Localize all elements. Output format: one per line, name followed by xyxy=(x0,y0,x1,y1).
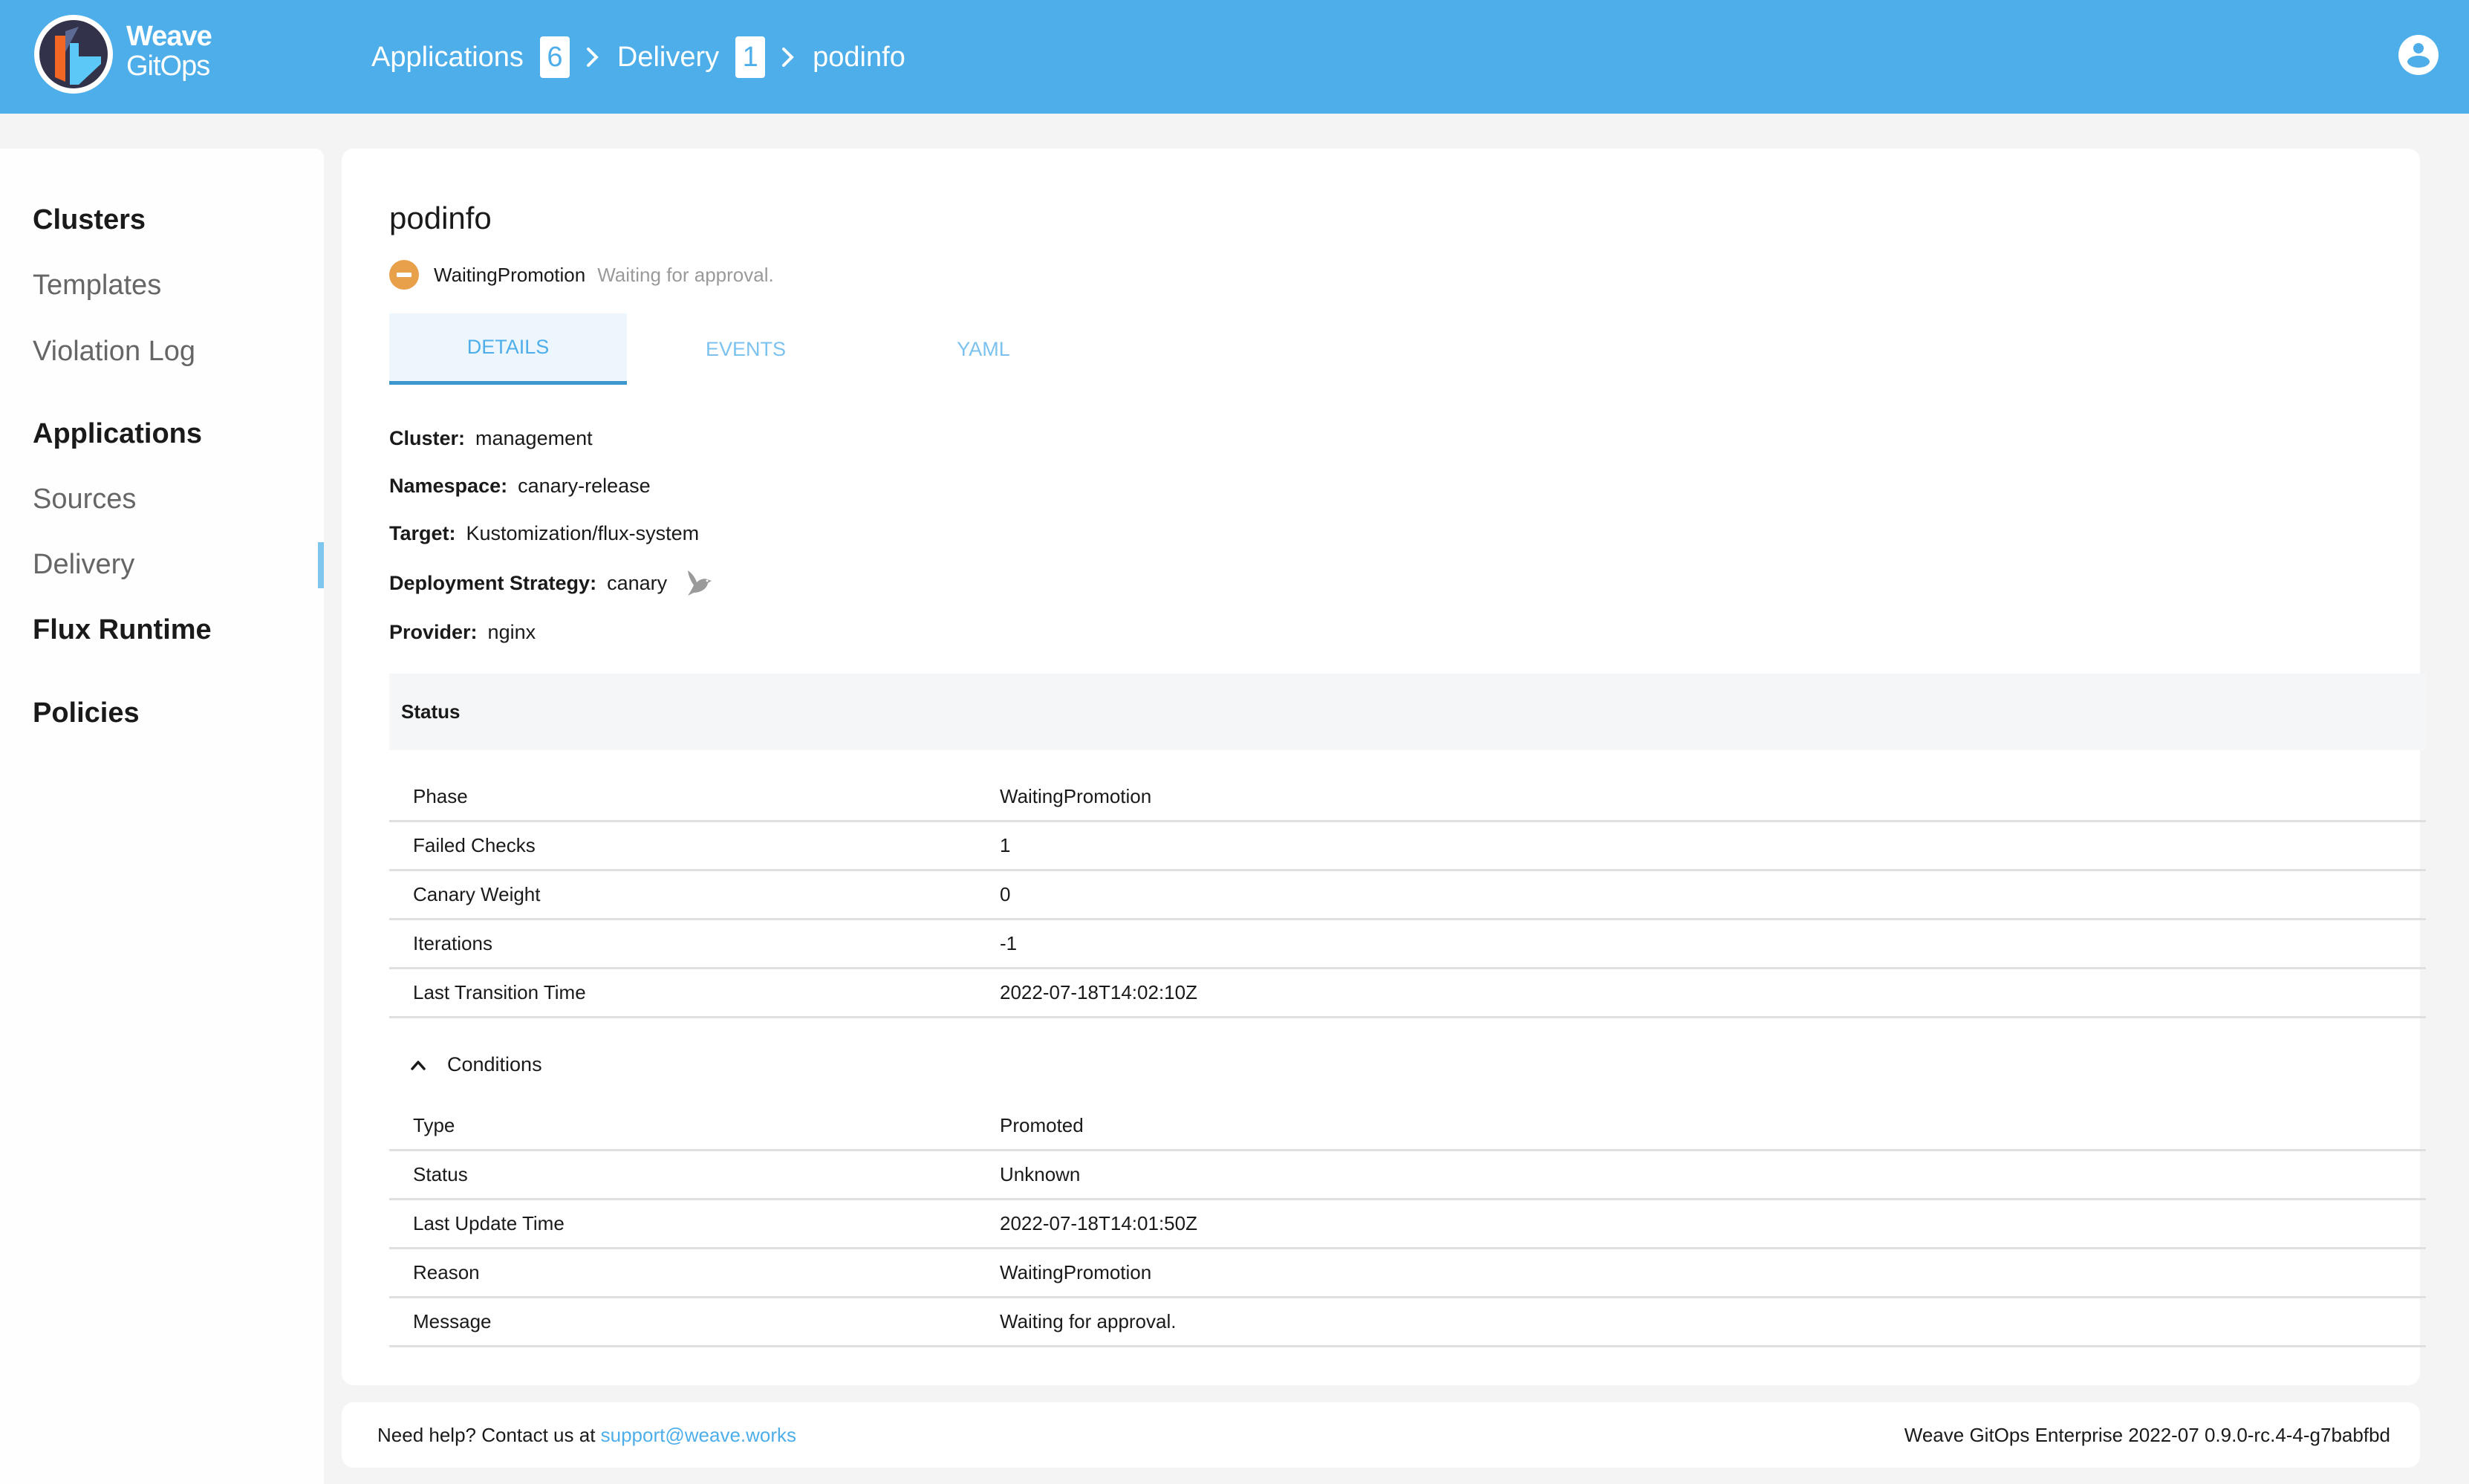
row-value: Waiting for approval. xyxy=(1000,1310,1177,1332)
table-row: Type Promoted xyxy=(389,1102,2426,1151)
breadcrumb-applications[interactable]: Applications xyxy=(371,42,524,74)
table-row: Failed Checks 1 xyxy=(389,822,2426,871)
table-row: Status Unknown xyxy=(389,1151,2426,1200)
table-row: Message Waiting for approval. xyxy=(389,1298,2426,1347)
status-section-header: Status xyxy=(389,674,2426,750)
row-value: 2022-07-18T14:02:10Z xyxy=(1000,981,1197,1003)
sidebar-item-clusters[interactable]: Clusters xyxy=(33,204,146,236)
row-key: Last Transition Time xyxy=(413,981,586,1003)
row-key: Type xyxy=(413,1114,455,1136)
sidebar-nav: Clusters Templates Violation Log Applica… xyxy=(0,149,324,1484)
brand-name: Weave GitOps xyxy=(126,22,212,80)
canary-detail-panel: podinfo WaitingPromotion Waiting for app… xyxy=(342,149,2426,1385)
table-row: Last Update Time 2022-07-18T14:01:50Z xyxy=(389,1200,2426,1249)
info-target: Target: Kustomization/flux-system xyxy=(389,522,699,545)
status-summary: WaitingPromotion Waiting for approval. xyxy=(389,260,774,290)
footer: Need help? Contact us at support@weave.w… xyxy=(342,1402,2420,1468)
breadcrumb: Applications 6 Delivery 1 podinfo xyxy=(371,36,905,79)
sidebar-item-flux-runtime[interactable]: Flux Runtime xyxy=(33,614,212,646)
info-cluster: Cluster: management xyxy=(389,427,593,450)
row-value: Unknown xyxy=(1000,1163,1081,1185)
info-value: management xyxy=(475,427,593,449)
brand-gitops: GitOps xyxy=(126,51,210,82)
info-key: Deployment Strategy: xyxy=(389,571,597,594)
status-phase: WaitingPromotion xyxy=(434,263,586,286)
row-value: Promoted xyxy=(1000,1114,1084,1136)
chevron-right-icon xyxy=(585,46,601,68)
row-value: -1 xyxy=(1000,932,1018,954)
info-value: canary-release xyxy=(518,475,651,497)
row-value: WaitingPromotion xyxy=(1000,1261,1152,1283)
info-value: canary xyxy=(607,571,668,594)
delivery-count-badge: 1 xyxy=(735,36,766,78)
row-key: Last Update Time xyxy=(413,1212,565,1234)
info-key: Target: xyxy=(389,522,456,544)
sidebar-item-policies[interactable]: Policies xyxy=(33,697,140,729)
top-app-bar: Weave GitOps Applications 6 Delivery 1 p… xyxy=(0,0,2469,114)
conditions-toggle[interactable]: Conditions xyxy=(409,1053,542,1076)
conditions-label: Conditions xyxy=(447,1053,542,1075)
info-deployment-strategy: Deployment Strategy: canary xyxy=(389,567,716,599)
row-value: 0 xyxy=(1000,883,1011,905)
info-value: Kustomization/flux-system xyxy=(466,522,700,544)
sidebar-item-applications[interactable]: Applications xyxy=(33,418,202,450)
minus-circle-icon xyxy=(389,260,419,290)
row-key: Iterations xyxy=(413,932,492,954)
info-key: Namespace: xyxy=(389,475,508,497)
brand-weave: Weave xyxy=(126,21,212,52)
row-key: Phase xyxy=(413,785,468,807)
conditions-table: Type Promoted Status Unknown Last Update… xyxy=(389,1102,2426,1347)
sidebar-item-sources[interactable]: Sources xyxy=(33,484,136,515)
tab-yaml[interactable]: YAML xyxy=(865,313,1102,385)
table-row: Phase WaitingPromotion xyxy=(389,773,2426,822)
weave-gitops-logo[interactable] xyxy=(33,13,114,95)
canary-bird-icon xyxy=(688,570,712,596)
breadcrumb-current: podinfo xyxy=(813,41,905,73)
chevron-up-icon xyxy=(411,1060,426,1070)
row-key: Reason xyxy=(413,1261,480,1283)
info-provider: Provider: nginx xyxy=(389,621,536,644)
tab-bar: DETAILS EVENTS YAML xyxy=(389,313,1102,385)
row-key: Status xyxy=(413,1163,468,1185)
sidebar-item-templates[interactable]: Templates xyxy=(33,270,161,302)
row-value: 2022-07-18T14:01:50Z xyxy=(1000,1212,1197,1234)
row-key: Canary Weight xyxy=(413,883,541,905)
status-table: Phase WaitingPromotion Failed Checks 1 C… xyxy=(389,773,2426,1018)
status-message: Waiting for approval. xyxy=(597,263,774,286)
tab-details[interactable]: DETAILS xyxy=(389,313,627,385)
account-circle-icon[interactable] xyxy=(2398,34,2439,76)
table-row: Last Transition Time 2022-07-18T14:02:10… xyxy=(389,969,2426,1018)
table-row: Iterations -1 xyxy=(389,920,2426,969)
row-value: 1 xyxy=(1000,834,1011,856)
help-text: Need help? Contact us at xyxy=(377,1423,601,1446)
support-email-link[interactable]: support@weave.works xyxy=(601,1424,796,1446)
version-text: Weave GitOps Enterprise 2022-07 0.9.0-rc… xyxy=(1904,1423,2390,1446)
active-nav-indicator xyxy=(318,542,324,588)
info-value: nginx xyxy=(487,621,536,643)
row-value: WaitingPromotion xyxy=(1000,785,1152,807)
breadcrumb-delivery[interactable]: Delivery xyxy=(617,42,719,74)
info-key: Provider: xyxy=(389,621,478,643)
table-row: Reason WaitingPromotion xyxy=(389,1249,2426,1298)
chevron-right-icon xyxy=(780,46,796,68)
applications-count-badge: 6 xyxy=(539,36,570,78)
info-key: Cluster: xyxy=(389,427,466,449)
tab-events[interactable]: EVENTS xyxy=(627,313,865,385)
sidebar-item-delivery[interactable]: Delivery xyxy=(33,549,134,581)
info-namespace: Namespace: canary-release xyxy=(389,475,651,498)
help-text-container: Need help? Contact us at support@weave.w… xyxy=(377,1424,796,1447)
table-row: Canary Weight 0 xyxy=(389,871,2426,920)
row-key: Message xyxy=(413,1310,492,1332)
sidebar-item-violation-log[interactable]: Violation Log xyxy=(33,336,195,368)
row-key: Failed Checks xyxy=(413,834,536,856)
page-title: podinfo xyxy=(389,201,492,235)
